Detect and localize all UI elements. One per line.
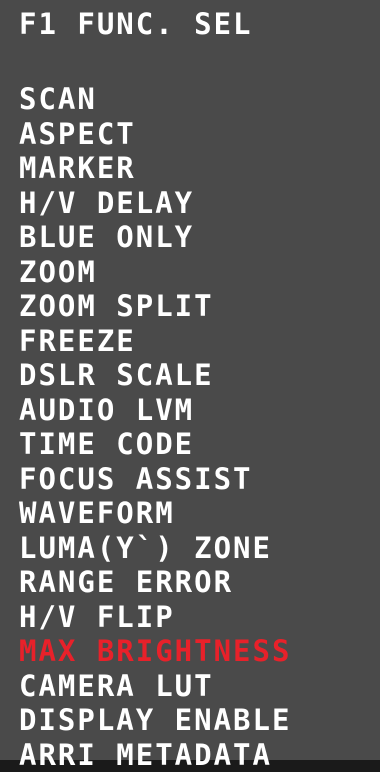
menu-item-marker[interactable]: MARKER — [19, 151, 380, 186]
menu-item-hv-flip[interactable]: H/V FLIP — [19, 600, 380, 635]
menu-title: F1 FUNC. SEL — [19, 6, 380, 42]
menu-item-range-error[interactable]: RANGE ERROR — [19, 565, 380, 600]
osd-menu-panel: F1 FUNC. SEL SCAN ASPECT MARKER H/V DELA… — [0, 0, 380, 760]
menu-item-camera-lut[interactable]: CAMERA LUT — [19, 669, 380, 704]
menu-item-waveform[interactable]: WAVEFORM — [19, 496, 380, 531]
menu-item-max-brightness[interactable]: MAX BRIGHTNESS — [19, 634, 380, 669]
menu-item-time-code[interactable]: TIME CODE — [19, 427, 380, 462]
menu-item-scan[interactable]: SCAN — [19, 82, 380, 117]
menu-item-freeze[interactable]: FREEZE — [19, 324, 380, 359]
menu-item-luma-zone[interactable]: LUMA(Y`) ZONE — [19, 531, 380, 566]
menu-item-aspect[interactable]: ASPECT — [19, 117, 380, 152]
menu-item-zoom[interactable]: ZOOM — [19, 255, 380, 290]
function-menu-list: SCAN ASPECT MARKER H/V DELAY BLUE ONLY Z… — [19, 82, 380, 772]
menu-item-audio-lvm[interactable]: AUDIO LVM — [19, 393, 380, 428]
menu-item-hv-delay[interactable]: H/V DELAY — [19, 186, 380, 221]
menu-item-focus-assist[interactable]: FOCUS ASSIST — [19, 462, 380, 497]
menu-item-display-enable[interactable]: DISPLAY ENABLE — [19, 703, 380, 738]
menu-item-blue-only[interactable]: BLUE ONLY — [19, 220, 380, 255]
menu-item-dslr-scale[interactable]: DSLR SCALE — [19, 358, 380, 393]
menu-item-arri-metadata[interactable]: ARRI METADATA — [19, 738, 380, 772]
menu-item-zoom-split[interactable]: ZOOM SPLIT — [19, 289, 380, 324]
